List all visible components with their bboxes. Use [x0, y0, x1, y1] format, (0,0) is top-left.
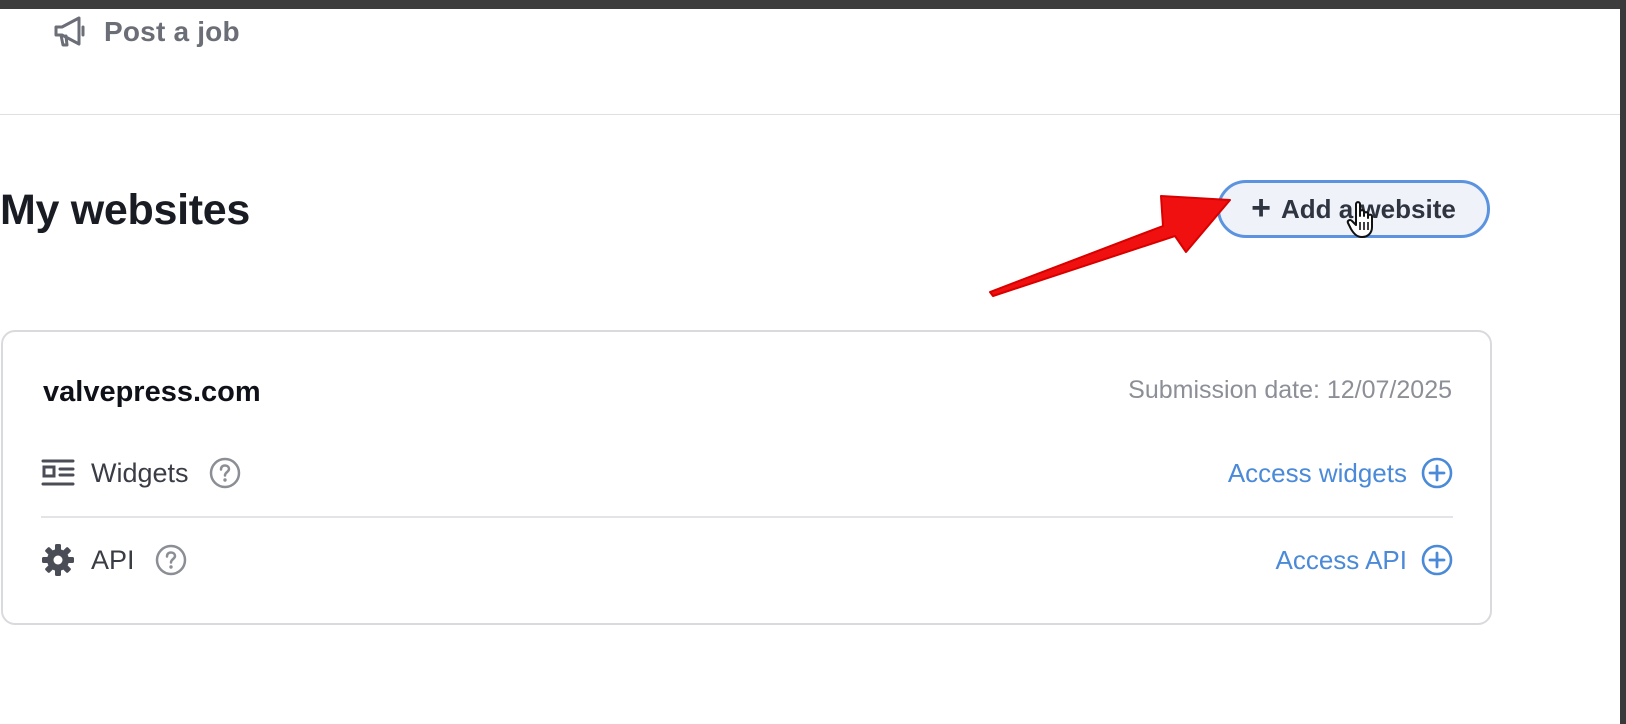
header-divider — [0, 114, 1620, 115]
plus-icon: + — [1251, 188, 1272, 227]
circle-plus-icon — [1421, 544, 1453, 576]
hand-pointer-cursor-icon — [1346, 201, 1373, 238]
post-job-nav-item[interactable]: Post a job — [52, 14, 240, 50]
access-api-link[interactable]: Access API — [1276, 544, 1454, 576]
access-widgets-link[interactable]: Access widgets — [1228, 457, 1453, 489]
widgets-layout-icon — [41, 456, 75, 490]
circle-plus-icon — [1421, 457, 1453, 489]
submission-date: Submission date: 12/07/2025 — [1128, 376, 1452, 404]
megaphone-icon — [52, 14, 88, 50]
api-row: API Access API — [41, 540, 1453, 580]
row-divider — [41, 516, 1453, 518]
access-widgets-label: Access widgets — [1227, 457, 1407, 488]
gear-icon — [41, 543, 75, 577]
website-domain: valvepress.com — [43, 376, 261, 408]
question-circle-icon[interactable] — [209, 457, 241, 489]
window-top-strip — [0, 0, 1626, 9]
api-label: API — [91, 544, 135, 575]
page-title: My websites — [0, 186, 251, 234]
widgets-row: Widgets Access widgets — [41, 453, 1453, 493]
access-api-label: Access API — [1275, 544, 1408, 575]
website-card: valvepress.com Submission date: 12/07/20… — [1, 330, 1492, 625]
api-row-left: API — [41, 543, 187, 577]
window-right-edge — [1620, 0, 1626, 724]
widgets-row-left: Widgets — [41, 456, 241, 490]
widgets-label: Widgets — [91, 457, 189, 488]
post-job-label: Post a job — [104, 16, 240, 47]
question-circle-icon[interactable] — [155, 544, 187, 576]
